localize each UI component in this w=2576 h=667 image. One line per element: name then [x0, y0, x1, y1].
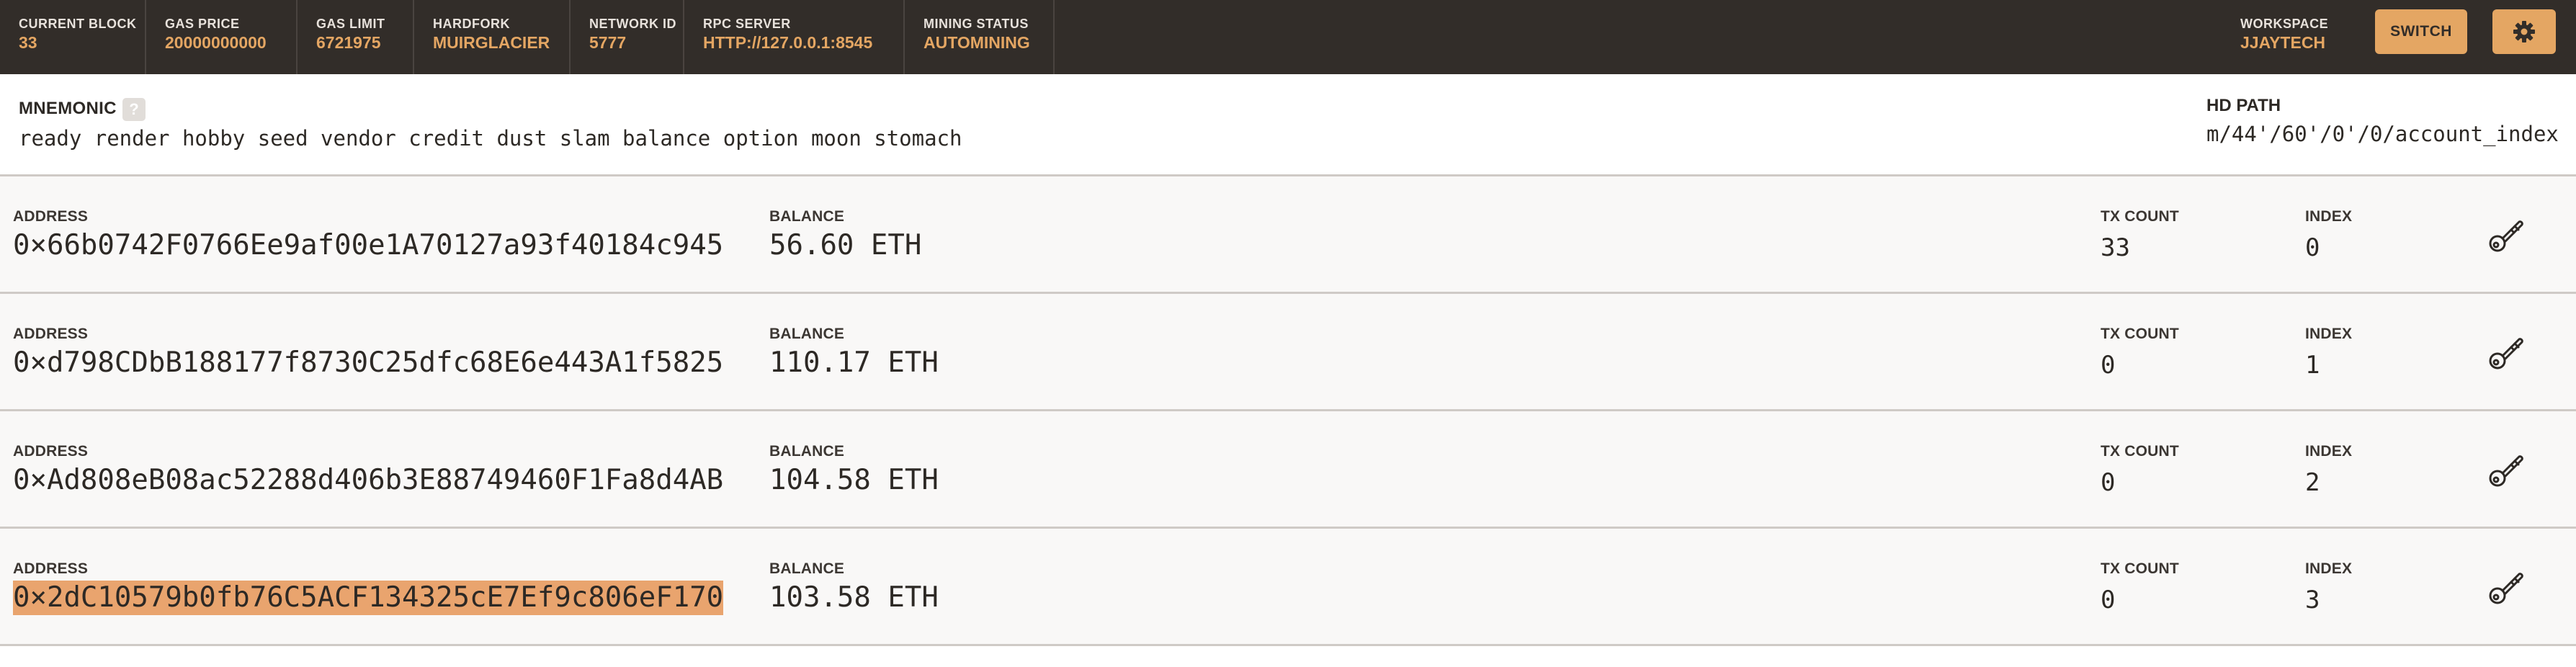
- address-label: ADDRESS: [13, 443, 89, 460]
- mnemonic-section: MNEMONIC ? ready render hobby seed vendo…: [0, 74, 2576, 176]
- stat-label: GAS LIMIT: [316, 17, 385, 31]
- account-address[interactable]: 0×Ad808eB08ac52288d406b3E88749460F1Fa8d4…: [13, 463, 723, 498]
- stat-value: 6721975: [316, 33, 381, 52]
- balance-label: BALANCE: [769, 208, 845, 225]
- account-row[interactable]: ADDRESS 0×d798CDbB188177f8730C25dfc68E6e…: [0, 294, 2576, 411]
- stat-value: 33: [19, 33, 37, 52]
- stat-network-id: NETWORK ID 5777: [571, 0, 684, 74]
- balance-label: BALANCE: [769, 326, 845, 342]
- account-address[interactable]: 0×d798CDbB188177f8730C25dfc68E6e443A1f58…: [13, 346, 723, 380]
- address-label: ADDRESS: [13, 560, 89, 577]
- stat-label: CURRENT BLOCK: [19, 17, 137, 31]
- account-address[interactable]: 0×66b0742F0766Ee9af00e1A70127a93f40184c9…: [13, 228, 723, 263]
- top-bar: CURRENT BLOCK 33 GAS PRICE 20000000000 G…: [0, 0, 2576, 74]
- stat-current-block: CURRENT BLOCK 33: [0, 0, 146, 74]
- account-row[interactable]: ADDRESS 0×66b0742F0766Ee9af00e1A70127a93…: [0, 176, 2576, 294]
- workspace-info: WORKSPACE JJAYTECH: [2240, 0, 2328, 74]
- tx-count-label: TX COUNT: [2101, 560, 2179, 577]
- key-icon[interactable]: [2485, 447, 2528, 491]
- account-row[interactable]: ADDRESS 0×Ad808eB08ac52288d406b3E8874946…: [0, 411, 2576, 529]
- address-label: ADDRESS: [13, 326, 89, 342]
- stat-label: NETWORK ID: [589, 17, 676, 31]
- stat-label: RPC SERVER: [703, 17, 791, 31]
- stat-gas-limit: GAS LIMIT 6721975: [298, 0, 414, 74]
- balance-label: BALANCE: [769, 443, 845, 460]
- switch-button[interactable]: SWITCH: [2375, 9, 2467, 54]
- account-balance: 56.60 ETH: [769, 229, 922, 261]
- stat-gas-price: GAS PRICE 20000000000: [146, 0, 298, 74]
- workspace-label: WORKSPACE: [2240, 17, 2329, 31]
- index-label: INDEX: [2305, 443, 2353, 460]
- gear-icon: [2513, 21, 2535, 42]
- index-label: INDEX: [2305, 208, 2353, 225]
- tx-count-label: TX COUNT: [2101, 443, 2179, 460]
- index-label: INDEX: [2305, 326, 2353, 342]
- workspace-name: JJAYTECH: [2240, 33, 2326, 52]
- mnemonic-label: MNEMONIC: [19, 99, 117, 118]
- tx-count-value: 0: [2101, 351, 2116, 380]
- settings-button[interactable]: [2492, 9, 2556, 54]
- tx-count-value: 0: [2101, 468, 2116, 497]
- tx-count-label: TX COUNT: [2101, 208, 2179, 225]
- key-icon[interactable]: [2485, 330, 2528, 373]
- stat-label: GAS PRICE: [165, 17, 240, 31]
- account-balance: 103.58 ETH: [769, 581, 939, 614]
- stat-hardfork: HARDFORK MUIRGLACIER: [414, 0, 571, 74]
- account-balance: 104.58 ETH: [769, 464, 939, 496]
- stat-label: HARDFORK: [433, 17, 510, 31]
- account-address-selected[interactable]: 0×2dC10579b0fb76C5ACF134325cE7Ef9c806eF1…: [13, 581, 724, 615]
- key-icon[interactable]: [2485, 565, 2528, 608]
- help-icon[interactable]: ?: [122, 98, 146, 121]
- account-row[interactable]: ADDRESS 0×2dC10579b0fb76C5ACF134325cE7Ef…: [0, 529, 2576, 646]
- index-value: 1: [2305, 351, 2320, 380]
- stat-value: HTTP://127.0.0.1:8545: [703, 33, 873, 52]
- account-balance: 110.17 ETH: [769, 346, 939, 379]
- stat-rpc-server: RPC SERVER HTTP://127.0.0.1:8545: [684, 0, 905, 74]
- tx-count-label: TX COUNT: [2101, 326, 2179, 342]
- stat-value: 5777: [589, 33, 627, 52]
- stat-label: MINING STATUS: [923, 17, 1029, 31]
- index-value: 0: [2305, 233, 2320, 262]
- hd-path-label: HD PATH: [2206, 96, 2281, 115]
- tx-count-value: 33: [2101, 233, 2130, 262]
- index-value: 2: [2305, 468, 2320, 497]
- key-icon[interactable]: [2485, 212, 2528, 256]
- tx-count-value: 0: [2101, 586, 2116, 614]
- stat-mining-status: MINING STATUS AUTOMINING: [905, 0, 1055, 74]
- address-label: ADDRESS: [13, 208, 89, 225]
- hd-path-value: m/44'/60'/0'/0/account_index: [2206, 122, 2559, 146]
- index-label: INDEX: [2305, 560, 2353, 577]
- mnemonic-words: ready render hobby seed vendor credit du…: [19, 126, 962, 151]
- stat-value: MUIRGLACIER: [433, 33, 550, 52]
- index-value: 3: [2305, 586, 2320, 614]
- stat-value: AUTOMINING: [923, 33, 1030, 52]
- balance-label: BALANCE: [769, 560, 845, 577]
- stat-value: 20000000000: [165, 33, 267, 52]
